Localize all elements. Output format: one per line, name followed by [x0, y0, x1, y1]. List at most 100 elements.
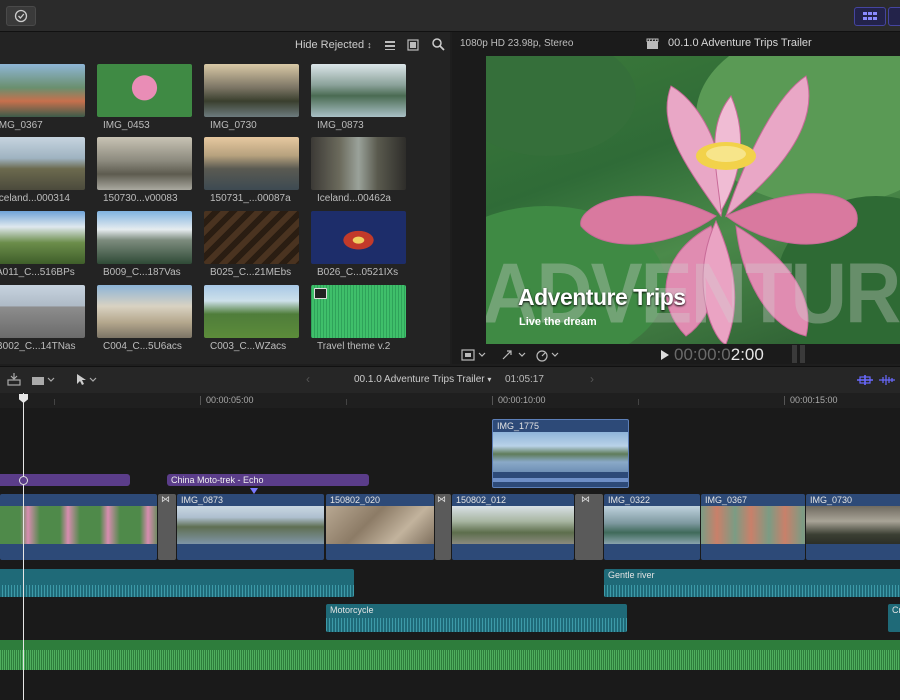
clip-thumbnail-label: IMG_0873	[317, 120, 364, 131]
clip-thumbnail[interactable]	[0, 137, 85, 190]
clip-name: Motorcycle	[330, 605, 374, 615]
timecode-display[interactable]: 00:00:02:00	[674, 345, 764, 365]
clip-thumbnail-label: IMG_0453	[103, 120, 150, 131]
audio-waveform	[326, 618, 627, 632]
back-chevron-icon[interactable]: ‹	[306, 372, 310, 386]
clip-thumbnail[interactable]	[204, 137, 299, 190]
playhead-line[interactable]	[23, 393, 24, 700]
ruler-label: 00:00:15:00	[790, 395, 838, 405]
connected-clip[interactable]: IMG_1775	[492, 419, 629, 488]
clip-thumbnail[interactable]	[97, 137, 192, 190]
primary-clip[interactable]: IMG_0730	[806, 494, 900, 560]
clip-thumbnail-label: B009_C...187Vas	[103, 267, 181, 278]
timeline-duration: 01:05:17	[505, 374, 544, 385]
audio-waveform	[0, 585, 354, 597]
audio-clip[interactable]: Motorcycle	[326, 604, 627, 632]
clip-thumbnail[interactable]	[97, 64, 192, 117]
play-icon[interactable]	[660, 349, 670, 361]
primary-clip[interactable]: IMG_0367	[701, 494, 805, 560]
clip-thumbnail[interactable]	[0, 64, 85, 117]
primary-clip[interactable]: IMG_0322	[604, 494, 700, 560]
audio-clip[interactable]: Cr	[888, 604, 900, 632]
overlay-subtitle: Live the dream	[519, 316, 597, 328]
forward-chevron-icon[interactable]: ›	[590, 372, 594, 386]
clip-filmstrip	[326, 506, 434, 544]
clip-thumbnail[interactable]	[311, 211, 406, 264]
primary-clip[interactable]: 150802_020	[326, 494, 434, 560]
speedometer-icon[interactable]	[534, 348, 564, 362]
overlay-title: Adventure Trips	[518, 284, 686, 310]
select-tool-icon[interactable]	[74, 372, 100, 387]
ruler-tick	[200, 396, 201, 405]
clip-thumbnail-label: IMG_0730	[210, 120, 257, 131]
music-clip[interactable]	[0, 640, 900, 670]
music-waveform	[0, 650, 900, 670]
clip-thumbnail-label: Travel theme v.2	[317, 341, 391, 352]
clip-thumbnail-label: Iceland...000314	[0, 193, 70, 204]
append-clip-icon[interactable]	[6, 372, 22, 387]
clip-thumbnail-label: IMG_0367	[0, 120, 43, 131]
clip-name: IMG_0873	[181, 495, 224, 505]
clip-thumbnail-label: 150730...v00083	[103, 193, 178, 204]
timecode-dim: 00:00:0	[674, 345, 731, 364]
timeline-ruler[interactable]: 00:00:05:00 00:00:10:00 00:00:15:00	[0, 393, 900, 408]
viewer-image[interactable]: ADVENTURE TR Adventure Trips Live the dr…	[486, 56, 900, 344]
workspace-toggle-button[interactable]	[888, 7, 900, 26]
media-browser: Hide Rejected ↕ IMG_0367 IMG_0453 IMG_0730…	[0, 32, 450, 364]
clip-thumbnail[interactable]	[97, 211, 192, 264]
clip-filmstrip	[806, 506, 900, 544]
ruler-label: 00:00:05:00	[206, 395, 254, 405]
clip-name: 150802_012	[456, 495, 507, 505]
view-options-icon[interactable]	[460, 348, 490, 362]
clip-thumbnail[interactable]	[204, 285, 299, 338]
audio-clip-left[interactable]	[0, 569, 354, 597]
clip-name: IMG_0322	[608, 495, 651, 505]
transform-tools-icon[interactable]	[500, 348, 530, 362]
clip-thumbnail-label: C004_C...5U6acs	[103, 341, 182, 352]
clip-thumbnail-label: B025_C...21MEbs	[210, 267, 292, 278]
background-tasks-button[interactable]	[6, 6, 36, 26]
transition-icon[interactable]: ⋈	[435, 494, 451, 560]
clip-name: 150802_020	[330, 495, 381, 505]
clip-filmstrip	[701, 506, 805, 544]
title-bar-echo[interactable]: China Moto-trek - Echo	[167, 474, 369, 486]
edit-mode-icon[interactable]	[30, 372, 58, 387]
ruler-label: 00:00:10:00	[498, 395, 546, 405]
timeline-project-menu[interactable]: 00.1.0 Adventure Trips Trailer ▾	[354, 374, 491, 385]
clip-thumbnail-label: B026_C...0521IXs	[317, 267, 399, 278]
clip-filmstrip	[493, 432, 628, 472]
timecode-bright: 2:00	[730, 345, 764, 364]
audio-clip[interactable]: Gentle river	[604, 569, 900, 597]
viewer: 1080p HD 23.98p, Stereo 00.1.0 Adventure…	[452, 32, 900, 364]
clip-thumbnail[interactable]	[311, 64, 406, 117]
clip-thumbnail[interactable]	[311, 137, 406, 190]
filmstrip-icon[interactable]	[406, 38, 420, 52]
search-icon[interactable]	[431, 37, 445, 51]
clip-name: IMG_1775	[497, 421, 540, 431]
primary-clip[interactable]: 150802_012	[452, 494, 574, 560]
clip-thumbnail[interactable]	[0, 211, 85, 264]
clip-thumbnail-label: C003_C...WZacs	[210, 341, 287, 352]
top-toolbar	[0, 0, 900, 32]
clip-thumbnail[interactable]	[204, 211, 299, 264]
audio-skimming-icon[interactable]	[878, 373, 896, 387]
browser-header: Hide Rejected ↕	[0, 32, 450, 58]
clip-thumbnail[interactable]	[0, 285, 85, 338]
clip-filmstrip	[177, 506, 324, 544]
transition-icon[interactable]: ⋈	[158, 494, 176, 560]
ruler-tick	[638, 399, 639, 405]
primary-clip[interactable]: IMG_0873	[177, 494, 324, 560]
workspace-grid-button[interactable]	[854, 7, 886, 26]
bowtie-icon: ⋈	[161, 494, 170, 504]
skimming-icon[interactable]	[856, 373, 874, 387]
clip-name: IMG_0367	[705, 495, 748, 505]
clip-name: Cr	[892, 605, 900, 615]
transition-icon[interactable]: ⋈	[575, 494, 603, 560]
clip-thumbnail-label: B002_C...14TNas	[0, 341, 76, 352]
clip-thumbnail[interactable]	[97, 285, 192, 338]
clip-thumbnail[interactable]	[311, 285, 406, 338]
filter-popup[interactable]: Hide Rejected ↕	[295, 39, 372, 51]
clip-thumbnail[interactable]	[204, 64, 299, 117]
clip-name: Gentle river	[608, 570, 655, 580]
clip-appearance-icon[interactable]	[383, 38, 397, 52]
